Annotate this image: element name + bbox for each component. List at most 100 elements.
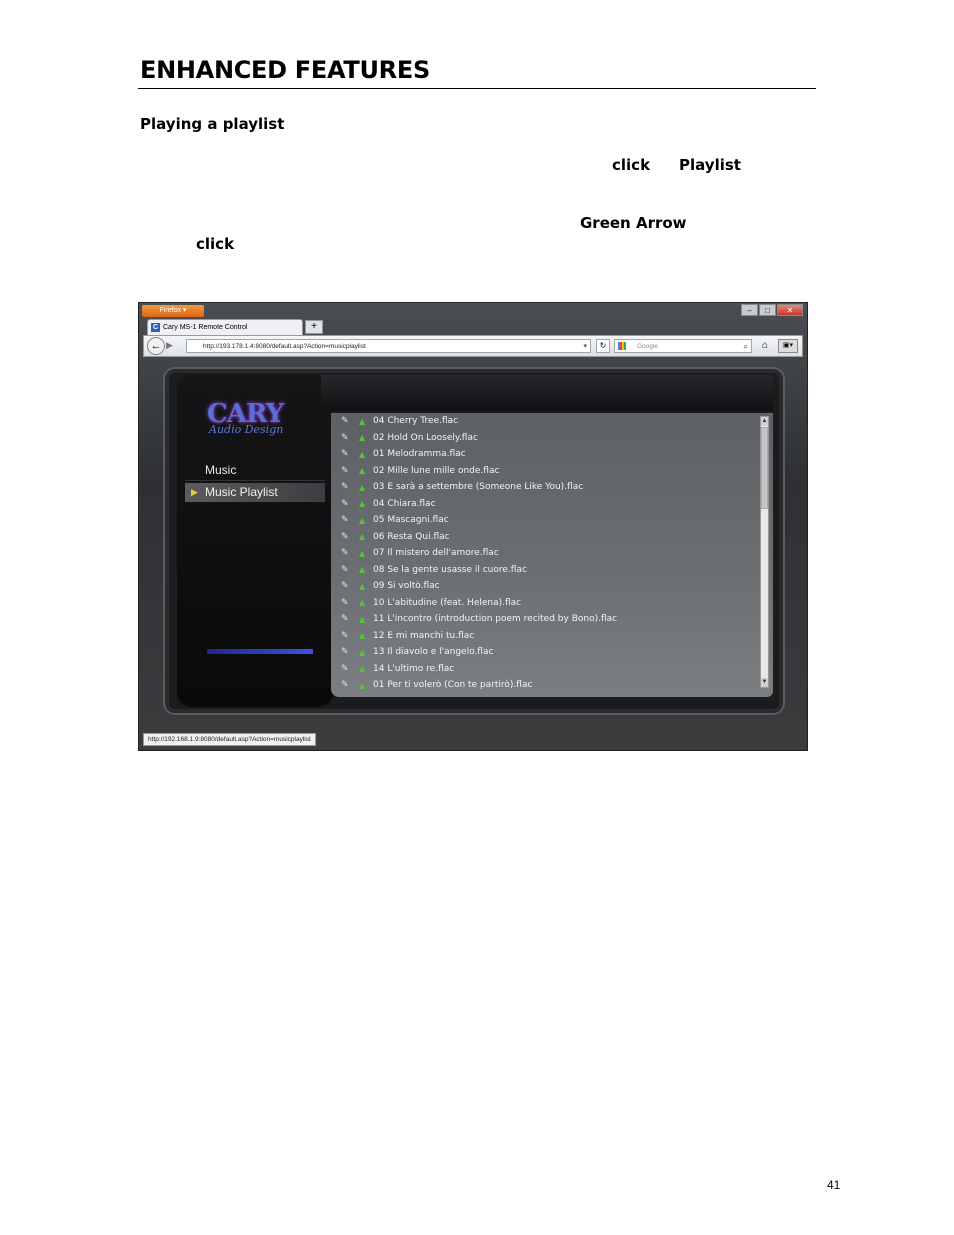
google-icon [618, 342, 626, 350]
home-icon[interactable]: ⌂ [756, 338, 774, 354]
green-arrow-icon[interactable]: ▲ [359, 417, 369, 426]
playlist-scrollbar[interactable]: ▲ ▼ [760, 416, 769, 688]
green-arrow-icon[interactable]: ▲ [359, 664, 369, 673]
edit-icon[interactable]: ✎ [341, 466, 353, 476]
green-arrow-icon[interactable]: ▲ [359, 582, 369, 591]
tab-title: Cary MS-1 Remote Control [163, 323, 248, 331]
green-arrow-icon[interactable]: ▲ [359, 615, 369, 624]
edit-icon[interactable]: ✎ [341, 581, 353, 591]
volume-bar [207, 649, 313, 654]
track-name: 04 Chiara.flac [373, 498, 436, 509]
edit-icon[interactable]: ✎ [341, 647, 353, 657]
sidebar-item-music[interactable]: Music [185, 461, 325, 479]
edit-icon[interactable]: ✎ [341, 598, 353, 608]
green-arrow-icon[interactable]: ▲ [359, 532, 369, 541]
edit-icon[interactable]: ✎ [341, 433, 353, 443]
new-tab-button[interactable]: + [305, 320, 323, 334]
track-name: 02 Mille lune mille onde.flac [373, 465, 500, 476]
keyword-playlist: Playlist [679, 156, 741, 174]
track-name: 07 Il mistero dell'amore.flac [373, 548, 499, 559]
track-name: 08 Se la gente usasse il cuore.flac [373, 564, 527, 575]
track-name: 10 L'abitudine (feat. Helena).flac [373, 597, 522, 608]
green-arrow-icon[interactable]: ▲ [359, 516, 369, 525]
maximize-icon[interactable]: □ [759, 304, 776, 316]
scroll-thumb[interactable] [761, 427, 768, 509]
track-row[interactable]: ✎ ▲ 01 Per ti volerò (Con te partirò).flac [331, 677, 759, 694]
close-icon[interactable]: ✕ [777, 304, 803, 316]
track-row[interactable]: ✎ ▲ 13 Il diavolo e l'angelo.flac [331, 644, 759, 661]
cary-logo: CARY Audio Design [207, 399, 307, 449]
edit-icon[interactable]: ✎ [341, 664, 353, 674]
section-subheading: Playing a playlist [140, 115, 285, 133]
track-row[interactable]: ✎ ▲ 10 L'abitudine (feat. Helena).flac [331, 595, 759, 612]
app-header-band [321, 375, 773, 411]
heading-rule [138, 88, 816, 89]
track-row[interactable]: ✎ ▲ 06 Resta Qui.flac [331, 529, 759, 546]
edit-icon[interactable]: ✎ [341, 499, 353, 509]
green-arrow-icon[interactable]: ▲ [359, 648, 369, 657]
edit-icon[interactable]: ✎ [341, 631, 353, 641]
reload-icon[interactable]: ↻ [596, 339, 610, 353]
edit-icon[interactable]: ✎ [341, 680, 353, 690]
green-arrow-icon[interactable]: ▲ [359, 466, 369, 475]
track-row[interactable]: ✎ ▲ 03 E sarà a settembre (Someone Like Yo… [331, 479, 759, 496]
page-heading: ENHANCED FEATURES [140, 56, 430, 84]
edit-icon[interactable]: ✎ [341, 515, 353, 525]
green-arrow-icon[interactable]: ▲ [359, 433, 369, 442]
edit-icon[interactable]: ✎ [341, 548, 353, 558]
track-row[interactable]: ✎ ▲ 01 Melodramma.flac [331, 446, 759, 463]
logo-subtext: Audio Design [209, 423, 284, 436]
edit-icon[interactable]: ✎ [341, 416, 353, 426]
track-row[interactable]: ✎ ▲ 08 Se la gente usasse il cuore.flac [331, 562, 759, 579]
track-row[interactable]: ✎ ▲ 07 Il mistero dell'amore.flac [331, 545, 759, 562]
green-arrow-icon[interactable]: ▲ [359, 631, 369, 640]
track-name: 02 Hold On Loosely.flac [373, 432, 478, 443]
scroll-up-icon[interactable]: ▲ [761, 417, 768, 426]
search-icon[interactable]: ⌕ [744, 340, 748, 353]
green-arrow-icon[interactable]: ▲ [359, 565, 369, 574]
browser-tab[interactable]: C Cary MS-1 Remote Control [147, 319, 303, 335]
sidebar-item-label: Music Playlist [205, 485, 278, 499]
track-row[interactable]: ✎ ▲ 02 Hold On Loosely.flac [331, 430, 759, 447]
track-row[interactable]: ✎ ▲ 04 Cherry Tree.flac [331, 413, 759, 430]
app-window: CARY Audio Design Music ▶ Music Playlist… [163, 367, 785, 715]
bookmarks-icon[interactable]: ▣▾ [778, 339, 798, 353]
track-row[interactable]: ✎ ▲ 02 Mille lune mille onde.flac [331, 463, 759, 480]
edit-icon[interactable]: ✎ [341, 532, 353, 542]
forward-arrow-icon[interactable]: ▶ [166, 340, 173, 351]
back-arrow-icon[interactable]: ← [147, 337, 165, 355]
track-name: 12 E mi manchi tu.flac [373, 630, 475, 641]
track-row[interactable]: ✎ ▲ 05 Mascagni.flac [331, 512, 759, 529]
track-row[interactable]: ✎ ▲ 12 E mi manchi tu.flac [331, 628, 759, 645]
page-number: 41 [827, 1178, 841, 1192]
keyword-green-arrow: Green Arrow [580, 214, 687, 232]
track-row[interactable]: ✎ ▲ 09 Si voltò.flac [331, 578, 759, 595]
track-row[interactable]: ✎ ▲ 04 Chiara.flac [331, 496, 759, 513]
minimize-icon[interactable]: – [741, 304, 758, 316]
green-arrow-icon[interactable]: ▲ [359, 450, 369, 459]
url-bar[interactable]: http://193.178.1.4:8080/default.asp?Acti… [186, 339, 591, 353]
green-arrow-icon[interactable]: ▲ [359, 549, 369, 558]
navigation-toolbar: ← ▶ http://193.178.1.4:8080/default.asp?… [143, 335, 803, 357]
firefox-menu-button[interactable]: Firefox ▾ [142, 305, 204, 317]
green-arrow-icon[interactable]: ▲ [359, 483, 369, 492]
sidebar-item-music-playlist[interactable]: ▶ Music Playlist [185, 483, 325, 502]
search-input[interactable]: Google ⌕ [614, 339, 752, 353]
edit-icon[interactable]: ✎ [341, 482, 353, 492]
playlist-panel: ✎ ▲ 04 Cherry Tree.flac ✎ ▲ 02 Hold On Loosel… [331, 413, 773, 697]
edit-icon[interactable]: ✎ [341, 614, 353, 624]
track-name: 14 L'ultimo re.flac [373, 663, 455, 674]
track-row[interactable]: ✎ ▲ 14 L'ultimo re.flac [331, 661, 759, 678]
green-arrow-icon[interactable]: ▲ [359, 499, 369, 508]
url-dropdown-icon[interactable]: ▾ [583, 340, 587, 353]
edit-icon[interactable]: ✎ [341, 565, 353, 575]
edit-icon[interactable]: ✎ [341, 449, 353, 459]
green-arrow-icon[interactable]: ▲ [359, 598, 369, 607]
selected-arrow-icon: ▶ [191, 487, 198, 497]
track-list: ✎ ▲ 04 Cherry Tree.flac ✎ ▲ 02 Hold On Loosel… [331, 413, 759, 694]
track-name: 03 E sarà a settembre (Someone Like You)… [373, 482, 584, 493]
scroll-down-icon[interactable]: ▼ [761, 678, 768, 687]
track-row[interactable]: ✎ ▲ 11 L'incontro (introduction poem recit… [331, 611, 759, 628]
track-name: 09 Si voltò.flac [373, 581, 440, 592]
green-arrow-icon[interactable]: ▲ [359, 681, 369, 690]
